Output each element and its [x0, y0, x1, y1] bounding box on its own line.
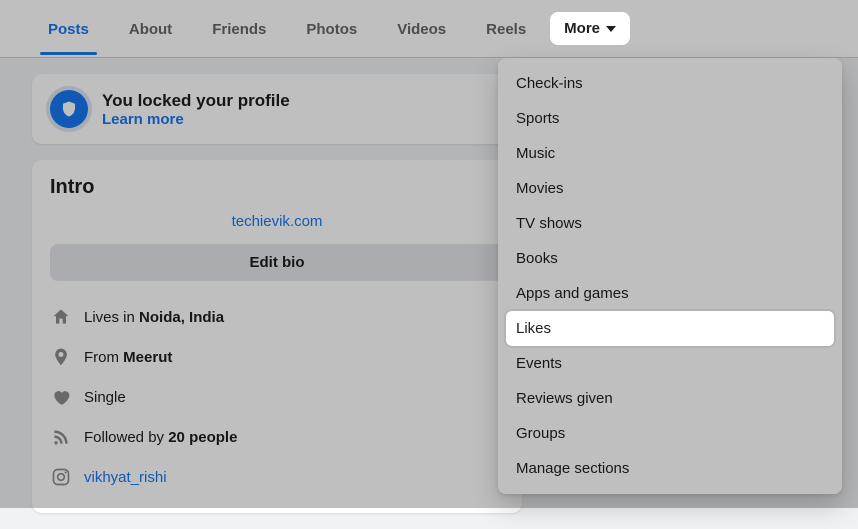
heart-icon — [50, 386, 72, 408]
tab-posts[interactable]: Posts — [32, 3, 105, 54]
home-icon — [50, 306, 72, 328]
more-menu-item-tv-shows[interactable]: TV shows — [506, 206, 834, 241]
tab-more[interactable]: More — [550, 12, 630, 45]
intro-lives-row: Lives in Noida, India — [50, 297, 504, 337]
tab-more-label: More — [564, 20, 600, 37]
intro-relationship-text: Single — [84, 389, 126, 406]
more-menu-item-check-ins[interactable]: Check-ins — [506, 66, 834, 101]
profile-tabbar: Posts About Friends Photos Videos Reels … — [0, 0, 858, 58]
chevron-down-icon — [606, 26, 616, 32]
intro-website-link[interactable]: techievik.com — [50, 213, 504, 230]
more-menu-item-likes[interactable]: Likes — [506, 311, 834, 346]
tab-videos[interactable]: Videos — [381, 3, 462, 54]
more-menu-item-music[interactable]: Music — [506, 136, 834, 171]
more-menu-item-books[interactable]: Books — [506, 241, 834, 276]
intro-card: Intro techievik.com Edit bio Lives in No… — [32, 160, 522, 513]
edit-bio-button[interactable]: Edit bio — [50, 244, 504, 281]
intro-heading: Intro — [50, 176, 504, 199]
intro-lives-text: Lives in Noida, India — [84, 309, 224, 326]
intro-followers-row: Followed by 20 people — [50, 417, 504, 457]
intro-followers-text: Followed by 20 people — [84, 429, 237, 446]
more-menu-item-groups[interactable]: Groups — [506, 416, 834, 451]
tab-reels[interactable]: Reels — [470, 3, 542, 54]
instagram-icon — [50, 466, 72, 488]
locked-title: You locked your profile — [102, 91, 290, 111]
locked-profile-card: You locked your profile Learn more — [32, 74, 522, 144]
more-menu-item-sports[interactable]: Sports — [506, 101, 834, 136]
rss-icon — [50, 426, 72, 448]
intro-instagram-link[interactable]: vikhyat_rishi — [84, 469, 167, 486]
more-menu-item-events[interactable]: Events — [506, 346, 834, 381]
intro-from-text: From Meerut — [84, 349, 172, 366]
more-menu-item-reviews-given[interactable]: Reviews given — [506, 381, 834, 416]
tab-about[interactable]: About — [113, 3, 188, 54]
intro-instagram-row: vikhyat_rishi — [50, 457, 504, 497]
shield-lock-icon — [50, 90, 88, 128]
learn-more-link[interactable]: Learn more — [102, 111, 290, 128]
intro-relationship-row: Single — [50, 377, 504, 417]
tab-friends[interactable]: Friends — [196, 3, 282, 54]
left-column: You locked your profile Learn more Intro… — [32, 74, 522, 513]
locked-text: You locked your profile Learn more — [102, 91, 290, 128]
intro-from-row: From Meerut — [50, 337, 504, 377]
more-menu-item-movies[interactable]: Movies — [506, 171, 834, 206]
tab-photos[interactable]: Photos — [290, 3, 373, 54]
more-dropdown: Check-insSportsMusicMoviesTV showsBooksA… — [498, 58, 842, 494]
more-menu-item-manage-sections[interactable]: Manage sections — [506, 451, 834, 486]
location-icon — [50, 346, 72, 368]
more-menu-item-apps-and-games[interactable]: Apps and games — [506, 276, 834, 311]
